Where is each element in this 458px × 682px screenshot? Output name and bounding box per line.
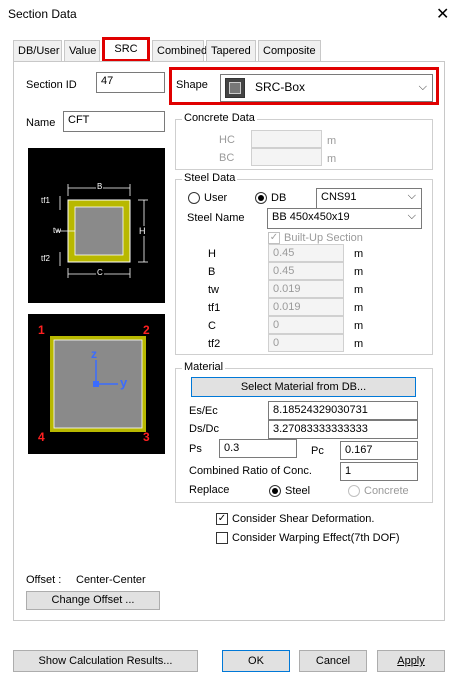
pc-label: Pc	[311, 445, 324, 457]
warping-effect-label: Consider Warping Effect(7th DOF)	[232, 532, 400, 544]
show-calculation-button[interactable]: Show Calculation Results...	[13, 650, 198, 672]
combined-ratio-input[interactable]: 1	[340, 462, 418, 481]
steel-b-label: B	[208, 266, 216, 278]
steel-c-label: C	[208, 320, 216, 332]
change-offset-button[interactable]: Change Offset ...	[26, 591, 160, 610]
corner-2-label: 2	[143, 323, 150, 337]
steel-h-label: H	[208, 248, 216, 260]
dim-c-label: C	[96, 268, 104, 277]
material-title: Material	[182, 361, 226, 373]
offset-label: Offset :	[26, 574, 62, 586]
window-title: Section Data	[8, 7, 77, 21]
replace-concrete-radio[interactable]	[348, 485, 360, 497]
section-id-input[interactable]: 47	[96, 72, 165, 93]
steel-tf2-unit: m	[354, 338, 364, 350]
shape-select[interactable]: SRC-Box ⌵	[220, 74, 433, 102]
steel-db-radio[interactable]	[255, 192, 267, 204]
replace-steel-radio[interactable]	[269, 485, 281, 497]
axis-z-label: z	[91, 347, 97, 361]
pc-input[interactable]: 0.167	[340, 441, 418, 460]
es-ec-label: Es/Ec	[189, 405, 218, 417]
steel-tf2-label: tf2	[208, 338, 221, 350]
shear-deformation-label: Consider Shear Deformation.	[232, 513, 375, 525]
steel-db-label: DB	[271, 192, 287, 204]
steel-b-input[interactable]: 0.45	[268, 262, 344, 280]
dim-tf2-label: tf2	[41, 254, 50, 263]
src-box-icon	[225, 78, 245, 98]
cancel-button[interactable]: Cancel	[299, 650, 367, 672]
steel-user-radio[interactable]	[188, 192, 200, 204]
hc-unit: m	[327, 135, 337, 147]
steel-tw-label: tw	[208, 284, 219, 296]
ds-dc-input[interactable]: 3.27083333333333	[268, 420, 418, 439]
ps-label: Ps	[189, 443, 202, 455]
section-id-label: Section ID	[26, 79, 77, 91]
combined-ratio-label: Combined Ratio of Conc.	[189, 465, 312, 477]
dim-h-label: H	[139, 226, 146, 236]
concrete-data-title: Concrete Data	[182, 112, 257, 124]
steel-name-label: Steel Name	[187, 212, 245, 224]
name-label: Name	[26, 117, 56, 129]
steel-tf1-unit: m	[354, 302, 364, 314]
es-ec-input[interactable]: 8.18524329030731	[268, 401, 418, 420]
name-input[interactable]: CFT	[63, 111, 165, 132]
corner-1-label: 1	[38, 323, 45, 337]
steel-tf1-input[interactable]: 0.019	[268, 298, 344, 316]
title-bar: Section Data ✕	[0, 0, 458, 30]
replace-steel-label: Steel	[285, 485, 311, 497]
dim-tf1-label: tf1	[41, 196, 50, 205]
steel-c-input[interactable]: 0	[268, 316, 344, 334]
steel-b-unit: m	[354, 266, 364, 278]
replace-label: Replace	[189, 484, 230, 496]
steel-h-input[interactable]: 0.45	[268, 244, 344, 262]
ds-dc-label: Ds/Dc	[189, 423, 219, 435]
apply-button[interactable]: Apply	[377, 650, 445, 672]
steel-db-select[interactable]: CNS91 ⌵	[316, 188, 422, 209]
steel-db-value: CNS91	[321, 191, 357, 203]
steel-tf2-input[interactable]: 0	[268, 334, 344, 352]
axis-y-label: y	[120, 375, 128, 390]
bc-unit: m	[327, 153, 337, 165]
tab-src[interactable]: SRC	[102, 37, 150, 62]
steel-tw-input[interactable]: 0.019	[268, 280, 344, 298]
builtup-label: Built-Up Section	[284, 232, 363, 244]
steel-data-title: Steel Data	[182, 172, 238, 184]
steel-name-value: BB 450x450x19	[272, 211, 350, 223]
shear-deformation-checkbox[interactable]: ✓	[216, 513, 228, 525]
section-dimension-diagram: B C H tf1 tw tf2	[28, 148, 165, 303]
tab-tapered[interactable]: Tapered	[206, 40, 256, 62]
steel-h-unit: m	[354, 248, 364, 260]
corner-3-label: 3	[143, 430, 150, 444]
close-icon[interactable]: ✕	[436, 4, 449, 24]
steel-tw-unit: m	[354, 284, 364, 296]
offset-value: Center-Center	[76, 574, 146, 586]
tab-composite[interactable]: Composite	[258, 40, 321, 62]
bc-input[interactable]	[251, 148, 322, 166]
tab-value[interactable]: Value	[64, 40, 100, 62]
dim-b-label: B	[96, 182, 104, 191]
replace-concrete-label: Concrete	[364, 485, 409, 497]
steel-user-label: User	[204, 192, 228, 204]
chevron-down-icon: ⌵	[407, 190, 416, 202]
section-axes-diagram: 1 2 3 4 z y	[28, 314, 165, 454]
hc-input[interactable]	[251, 130, 322, 148]
bc-label: BC	[219, 152, 235, 164]
corner-4-label: 4	[38, 430, 45, 444]
select-material-button[interactable]: Select Material from DB...	[191, 377, 416, 397]
shape-value: SRC-Box	[255, 80, 306, 94]
steel-c-unit: m	[354, 320, 364, 332]
chevron-down-icon: ⌵	[407, 210, 416, 222]
steel-name-select[interactable]: BB 450x450x19 ⌵	[267, 208, 422, 229]
ok-button[interactable]: OK	[222, 650, 290, 672]
dim-tw-label: tw	[53, 226, 61, 235]
steel-tf1-label: tf1	[208, 302, 221, 314]
shape-label: Shape	[176, 79, 208, 91]
ps-input[interactable]: 0.3	[219, 439, 297, 458]
hc-label: HC	[219, 134, 235, 146]
chevron-down-icon: ⌵	[418, 81, 427, 93]
tab-combined[interactable]: Combined	[152, 40, 207, 62]
tab-db-user[interactable]: DB/User	[13, 40, 62, 62]
warping-effect-checkbox[interactable]	[216, 532, 228, 544]
builtup-checkbox[interactable]: ✓	[268, 232, 280, 244]
